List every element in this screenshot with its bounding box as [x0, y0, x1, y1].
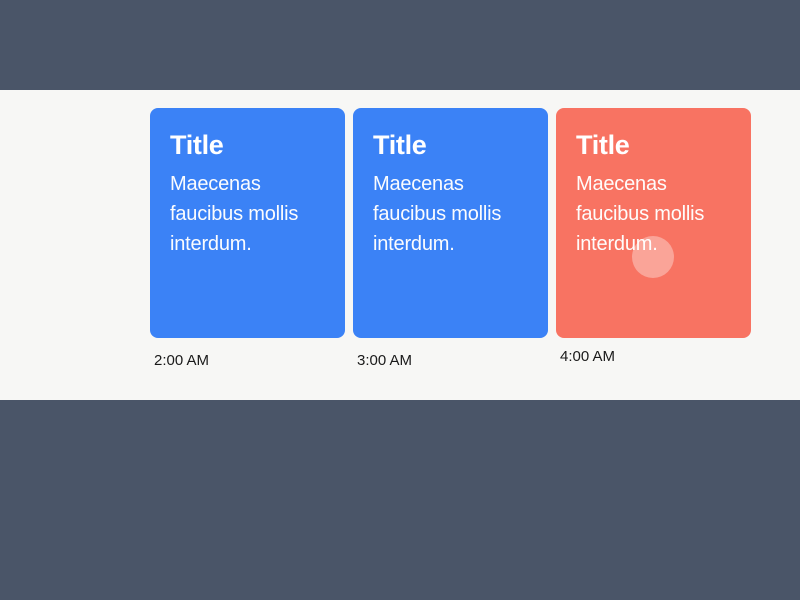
time-label: 2:00 AM: [150, 352, 345, 369]
timeline-card-active[interactable]: Title Maecenas faucibus mollis interdum.: [556, 108, 751, 338]
card-body: Maecenas faucibus mollis interdum.: [373, 169, 528, 259]
timeline-container[interactable]: Title Maecenas faucibus mollis interdum.…: [0, 90, 800, 400]
timeline-item[interactable]: Title Maecenas faucibus mollis interdum.…: [556, 108, 751, 382]
timeline-card[interactable]: Title Maecenas faucibus mollis interdum.: [150, 108, 345, 338]
card-title: Title: [576, 130, 731, 161]
timeline-card[interactable]: Title Maecenas faucibus mollis interdum.: [353, 108, 548, 338]
time-label: 4:00 AM: [556, 348, 751, 365]
timeline-item[interactable]: Title Maecenas faucibus mollis interdum.…: [150, 108, 345, 382]
card-body: Maecenas faucibus mollis interdum.: [170, 169, 325, 259]
card-title: Title: [170, 130, 325, 161]
time-label: 3:00 AM: [353, 352, 548, 369]
card-title: Title: [373, 130, 528, 161]
timeline-item[interactable]: Title Maecenas faucibus mollis interdum.…: [353, 108, 548, 382]
card-body: Maecenas faucibus mollis interdum.: [576, 169, 731, 259]
